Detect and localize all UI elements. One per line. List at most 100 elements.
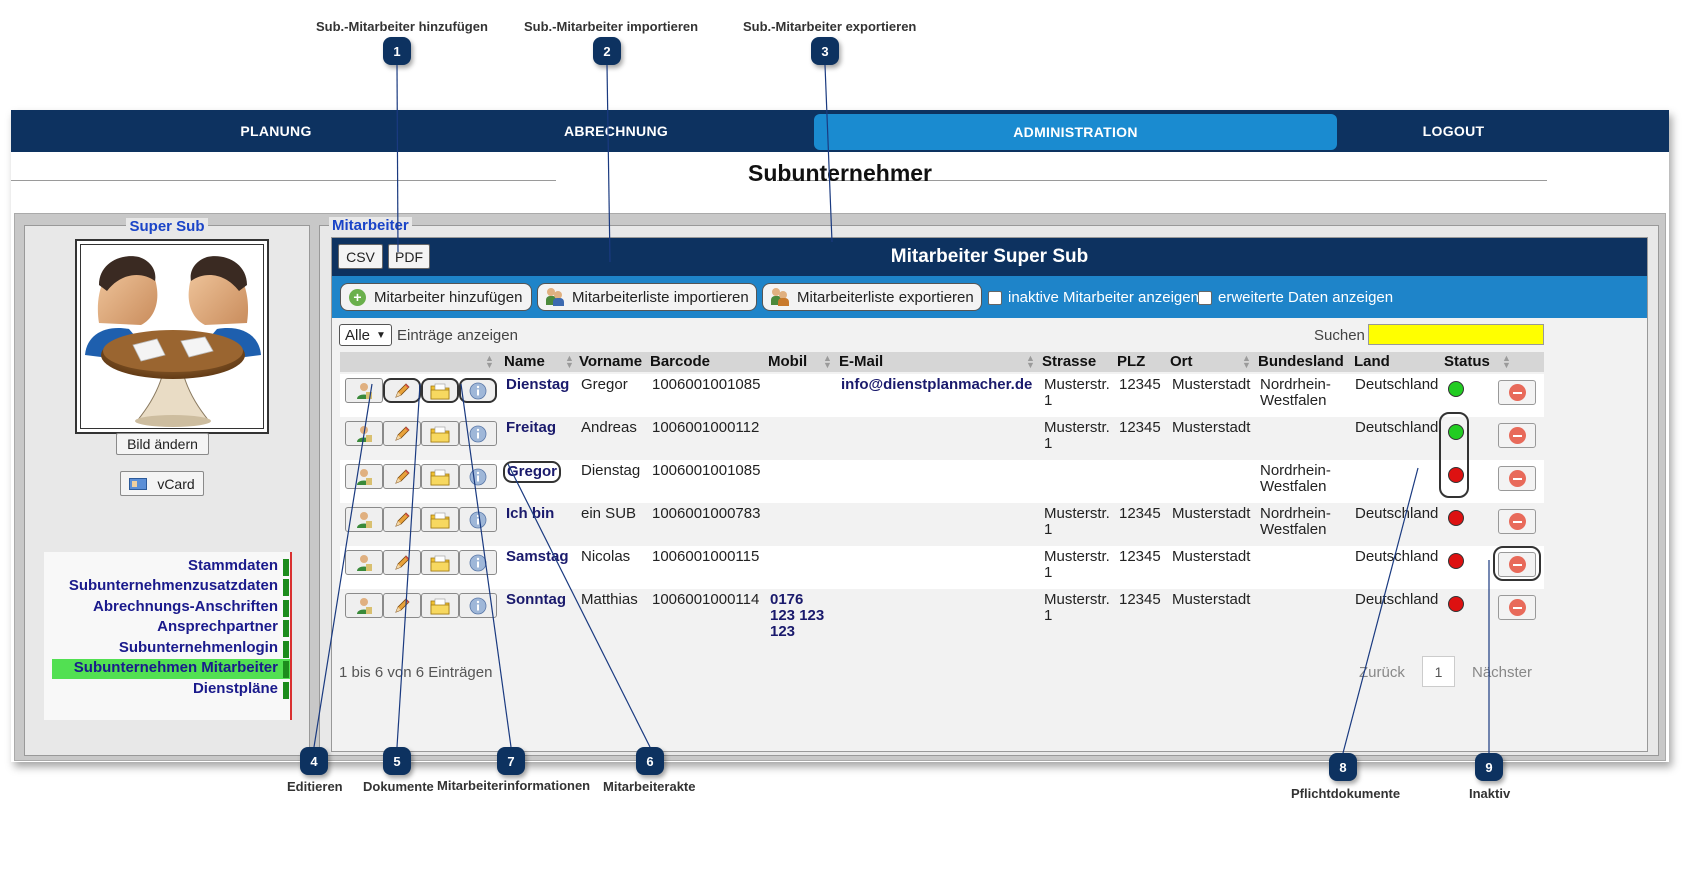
side-item-ansprechpartner[interactable]: Ansprechpartner xyxy=(157,618,290,638)
deactivate-button[interactable] xyxy=(1498,595,1536,620)
callout-label-edit: Editieren xyxy=(287,779,343,794)
side-item-dienstplaene[interactable]: Dienstpläne xyxy=(193,680,290,700)
employee-email[interactable]: info@dienstplanmacher.de xyxy=(841,377,1032,393)
documents-button[interactable] xyxy=(421,378,459,403)
deactivate-button[interactable] xyxy=(1498,466,1536,491)
change-image-button[interactable]: Bild ändern xyxy=(116,433,209,455)
col-header-strasse[interactable]: Strasse xyxy=(1042,353,1096,370)
employee-vorname: Nicolas xyxy=(581,548,631,565)
edit-button[interactable] xyxy=(383,507,421,532)
col-header-vorname[interactable]: Vorname xyxy=(579,353,642,370)
pager-next[interactable]: Nächster xyxy=(1472,664,1532,681)
documents-button[interactable] xyxy=(421,464,459,489)
employee-bundesland: Nordrhein- Westfalen xyxy=(1260,505,1331,538)
employee-file-button[interactable] xyxy=(345,464,383,489)
employee-plz: 12345 xyxy=(1119,419,1161,436)
deactivate-button[interactable] xyxy=(1498,380,1536,405)
status-indicator[interactable] xyxy=(1448,381,1464,397)
edit-button[interactable] xyxy=(383,378,421,403)
info-button[interactable] xyxy=(459,507,497,532)
search-input[interactable] xyxy=(1368,324,1544,345)
deactivate-button[interactable] xyxy=(1498,509,1536,534)
csv-button[interactable]: CSV xyxy=(338,244,383,269)
edit-button[interactable] xyxy=(383,421,421,446)
info-button[interactable] xyxy=(459,464,497,489)
employee-vorname: Andreas xyxy=(581,419,637,436)
employee-name-link[interactable]: Dienstag xyxy=(506,377,569,393)
edit-button[interactable] xyxy=(383,464,421,489)
table-row: Freitag Andreas 1006001000112 Musterstr. 1 1… xyxy=(340,417,1544,460)
remove-icon xyxy=(1508,384,1526,401)
documents-icon xyxy=(430,425,450,443)
employee-name-link[interactable]: Samstag xyxy=(506,549,569,565)
info-button[interactable] xyxy=(459,550,497,575)
show-extended-checkbox[interactable] xyxy=(1198,290,1212,305)
callout-label-info: Mitarbeiterinformationen xyxy=(437,778,591,793)
table-info: 1 bis 6 von 6 Einträgen xyxy=(339,664,493,681)
nav-abrechnung[interactable]: ABRECHNUNG xyxy=(531,110,701,152)
deactivate-highlight-box xyxy=(1493,546,1541,581)
info-button[interactable] xyxy=(459,421,497,446)
employee-file-button[interactable] xyxy=(345,378,383,403)
col-header-mobil[interactable]: Mobil xyxy=(768,353,807,370)
add-employee-button[interactable]: + Mitarbeiter hinzufügen xyxy=(340,283,532,311)
nav-planung[interactable]: PLANUNG xyxy=(191,110,361,152)
remove-icon xyxy=(1508,427,1526,444)
info-button[interactable] xyxy=(459,593,497,618)
status-indicator[interactable] xyxy=(1448,596,1464,612)
employee-name-link[interactable]: Gregor xyxy=(503,461,562,483)
employee-name-link[interactable]: Sonntag xyxy=(506,592,566,608)
side-item-login[interactable]: Subunternehmenlogin xyxy=(119,639,290,659)
pager-previous[interactable]: Zurück xyxy=(1359,664,1405,681)
employee-name-link[interactable]: Ich bin xyxy=(506,506,554,522)
show-extended-option: erweiterte Daten anzeigen xyxy=(1198,289,1393,306)
callout-label-mandatory-docs: Pflichtdokumente xyxy=(1291,786,1401,801)
status-indicator[interactable] xyxy=(1448,553,1464,569)
employee-name-link[interactable]: Freitag xyxy=(506,420,556,436)
sort-icon: ▲ ▼ xyxy=(1502,353,1511,370)
import-employees-button[interactable]: Mitarbeiterliste importieren xyxy=(537,283,757,311)
deactivate-button[interactable] xyxy=(1498,423,1536,448)
nav-logout[interactable]: LOGOUT xyxy=(1391,110,1516,152)
side-item-mitarbeiter[interactable]: Subunternehmen Mitarbeiter xyxy=(52,659,290,679)
col-header-status[interactable]: Status xyxy=(1444,353,1490,370)
documents-button[interactable] xyxy=(421,550,459,575)
employee-file-button[interactable] xyxy=(345,550,383,575)
employee-land: Deutschland xyxy=(1355,548,1439,565)
employee-file-button[interactable] xyxy=(345,507,383,532)
documents-button[interactable] xyxy=(421,421,459,446)
side-item-abrechnungs-anschriften[interactable]: Abrechnungs-Anschriften xyxy=(93,598,290,618)
info-icon xyxy=(469,511,487,529)
info-button[interactable] xyxy=(459,378,497,403)
documents-button[interactable] xyxy=(421,593,459,618)
edit-button[interactable] xyxy=(383,593,421,618)
edit-button[interactable] xyxy=(383,550,421,575)
employee-file-icon xyxy=(355,382,373,400)
show-inactive-checkbox[interactable] xyxy=(988,290,1002,305)
page-length-select[interactable]: Alle ▼ xyxy=(339,324,392,346)
right-panel-legend: Mitarbeiter xyxy=(329,217,412,234)
vcard-button[interactable]: vCard xyxy=(120,471,204,496)
employee-file-button[interactable] xyxy=(345,421,383,446)
employee-file-button[interactable] xyxy=(345,593,383,618)
col-header-barcode[interactable]: Barcode xyxy=(650,353,710,370)
employee-barcode: 1006001001085 xyxy=(652,376,761,393)
pdf-button[interactable]: PDF xyxy=(388,244,430,269)
col-header-ort[interactable]: Ort xyxy=(1170,353,1193,370)
col-header-name[interactable]: Name xyxy=(504,353,545,370)
side-item-zusatzdaten[interactable]: Subunternehmenzusatzdaten xyxy=(69,577,290,597)
callout-label-import: Sub.-Mitarbeiter importieren xyxy=(524,19,699,34)
col-header-email[interactable]: E-Mail xyxy=(839,353,883,370)
status-indicator[interactable] xyxy=(1448,510,1464,526)
search-label: Suchen xyxy=(1314,327,1365,344)
col-header-bundesland[interactable]: Bundesland xyxy=(1258,353,1344,370)
side-item-stammdaten[interactable]: Stammdaten xyxy=(188,557,290,577)
employee-file-icon xyxy=(355,511,373,529)
col-header-land[interactable]: Land xyxy=(1354,353,1390,370)
export-employees-button[interactable]: Mitarbeiterliste exportieren xyxy=(762,283,982,311)
pager-page-1[interactable]: 1 xyxy=(1422,656,1455,687)
documents-button[interactable] xyxy=(421,507,459,532)
col-header-plz[interactable]: PLZ xyxy=(1117,353,1145,370)
nav-administration[interactable]: ADMINISTRATION xyxy=(814,114,1337,150)
sort-icon: ▲ ▼ xyxy=(485,353,494,370)
